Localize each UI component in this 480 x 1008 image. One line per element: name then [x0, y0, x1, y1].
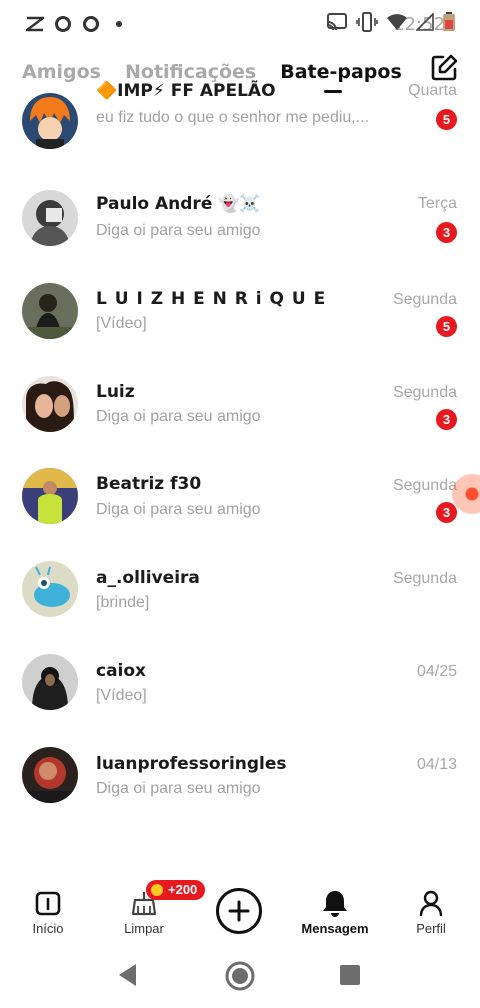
unread-badge: 5	[436, 109, 457, 130]
chat-name: a_.olliveira	[96, 568, 200, 588]
avatar	[22, 376, 78, 432]
chat-preview: eu fiz tudo o que o senhor me pediu,...	[96, 109, 370, 126]
unread-badge: 3	[436, 502, 457, 523]
zigzag-icon	[24, 13, 46, 35]
chat-item[interactable]: a_.olliveira [brinde] Segunda	[0, 544, 480, 636]
circle-o-icon	[52, 13, 74, 35]
chat-item[interactable]: 🔶IMP⚡ FF APELÃO eu fiz tudo o que o senh…	[0, 76, 480, 168]
dot-icon	[108, 13, 130, 35]
unread-badge: 5	[436, 316, 457, 337]
bottom-nav: Início Limpar +200 Mensagem Perfil	[0, 872, 480, 944]
system-nav	[0, 944, 480, 1008]
home-button-icon[interactable]	[224, 960, 256, 997]
nav-inicio[interactable]: Início	[0, 872, 96, 944]
avatar	[22, 283, 78, 339]
nav-label: Perfil	[416, 921, 446, 936]
plus-icon[interactable]	[216, 888, 262, 934]
unread-badge: 3	[436, 409, 457, 430]
chat-time: Segunda	[392, 291, 457, 308]
chat-name: Luiz	[96, 382, 135, 402]
avatar	[22, 93, 78, 149]
chat-name: Beatriz f30	[96, 474, 202, 494]
chat-item[interactable]: Luiz Diga oi para seu amigo Segunda 3	[0, 358, 480, 450]
nav-mensagem[interactable]: Mensagem	[287, 872, 383, 944]
home-icon	[33, 888, 63, 918]
avatar	[22, 468, 78, 524]
avatar	[22, 654, 78, 710]
chat-preview: Diga oi para seu amigo	[96, 501, 261, 518]
cast-icon	[326, 12, 348, 37]
person-icon	[416, 888, 446, 918]
avatar	[22, 561, 78, 617]
chat-preview: [Vídeo]	[96, 687, 147, 704]
back-icon[interactable]	[116, 962, 140, 993]
circle-o-icon	[80, 13, 102, 35]
recents-icon[interactable]	[339, 964, 361, 991]
battery-icon	[442, 12, 456, 37]
chat-time: Quarta	[408, 82, 457, 99]
chat-time: Segunda	[392, 477, 457, 494]
chat-item[interactable]: caiox [Vídeo] 04/25	[0, 637, 480, 729]
avatar	[22, 190, 78, 246]
chat-item[interactable]: Paulo André 👻☠️ Diga oi para seu amigo T…	[0, 172, 480, 264]
chat-preview: Diga oi para seu amigo	[96, 408, 261, 425]
chat-time: 04/13	[416, 756, 457, 773]
avatar	[22, 747, 78, 803]
status-bar: 12:52	[0, 0, 480, 48]
promo-badge[interactable]: +200	[146, 880, 206, 900]
chat-name: caiox	[96, 661, 147, 681]
nav-label: Limpar	[124, 921, 164, 936]
chat-name: luanprofessoringles	[96, 754, 287, 774]
chat-item[interactable]: L U I Z H E N R i Q U E [Vídeo] Segunda …	[0, 265, 480, 357]
vibrate-icon	[356, 12, 378, 37]
chat-name: 🔶IMP⚡ FF APELÃO	[96, 81, 276, 101]
bell-icon	[320, 888, 350, 918]
nav-label: Mensagem	[301, 921, 369, 936]
coin-icon	[151, 884, 163, 896]
chat-time: Terça	[417, 195, 457, 212]
nav-label: Início	[32, 921, 64, 936]
chat-preview: Diga oi para seu amigo	[96, 222, 261, 239]
chat-preview: [brinde]	[96, 594, 150, 611]
chat-time: Segunda	[392, 384, 457, 401]
chat-item[interactable]: Beatriz f30 Diga oi para seu amigo Segun…	[0, 451, 480, 543]
unread-badge: 3	[436, 222, 457, 243]
signal-icon	[415, 12, 434, 36]
chat-preview: [Vídeo]	[96, 315, 147, 332]
promo-text: +200	[168, 882, 198, 897]
chat-preview: Diga oi para seu amigo	[96, 780, 261, 797]
chat-time: Segunda	[392, 570, 457, 587]
wifi-icon	[386, 13, 408, 36]
chat-item[interactable]: luanprofessoringles Diga oi para seu ami…	[0, 730, 480, 822]
chat-name: Paulo André 👻☠️	[96, 194, 261, 214]
nav-perfil[interactable]: Perfil	[383, 872, 479, 944]
chat-name: L U I Z H E N R i Q U E	[96, 289, 327, 309]
chat-time: 04/25	[416, 663, 457, 680]
